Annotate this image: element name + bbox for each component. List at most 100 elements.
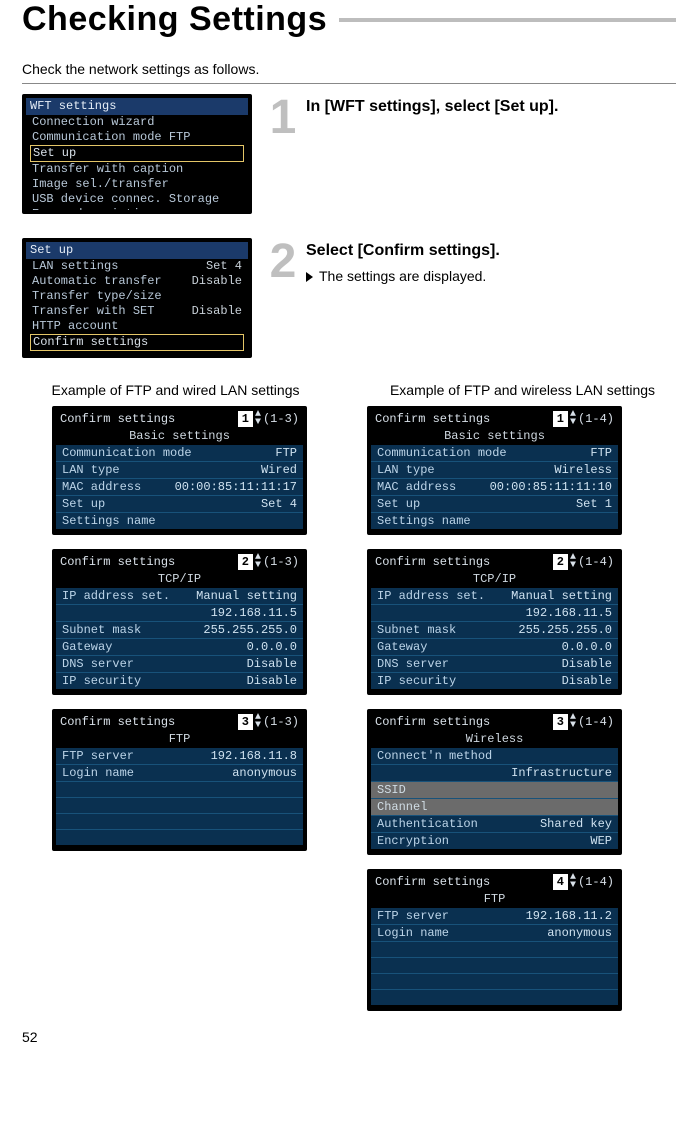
page-indicator: 3▲▼(1-3) [238,714,299,730]
wired-example-title: Example of FTP and wired LAN settings [22,382,329,398]
screen-title: Confirm settings [375,411,490,427]
wired-column: Confirm settings1▲▼(1-3)Basic settingsCo… [52,406,307,1011]
menu-item: Automatic transferDisable [26,274,248,289]
settings-row: LAN typeWireless [371,461,618,478]
settings-row: Settings name [56,512,303,529]
screen-header: Set up [26,242,248,259]
updown-icon: ▲▼ [255,714,261,730]
settings-row-empty [56,781,303,797]
settings-row: SSID [371,781,618,798]
page-indicator: 4▲▼(1-4) [553,874,614,890]
settings-row: AuthenticationShared key [371,815,618,832]
updown-icon: ▲▼ [570,554,576,570]
screen-topbar: Confirm settings 3▲▼(1-4) [371,713,618,731]
settings-row-empty [56,829,303,845]
screen-title: Confirm settings [375,874,490,890]
updown-icon: ▲▼ [570,411,576,427]
step2-number: 2 [268,238,298,286]
screen-topbar: Confirm settings 3▲▼(1-3) [56,713,303,731]
settings-row: Subnet mask255.255.255.0 [56,621,303,638]
menu-item: Set up [30,145,244,162]
updown-icon: ▲▼ [255,411,261,427]
menu-item: Confirm settings [30,334,244,351]
settings-row: Connect'n method [371,748,618,764]
settings-row: DNS serverDisable [56,655,303,672]
page-number: 52 [22,1029,676,1045]
settings-row-empty [371,989,618,1005]
menu-item: Transfer with caption [26,162,248,177]
updown-icon: ▲▼ [255,554,261,570]
settings-row: Set upSet 4 [56,495,303,512]
screen-subtitle: FTP [371,891,618,908]
step-1: WFT settingsConnection wizardCommunicati… [22,94,676,214]
page-title: Checking Settings [22,0,327,39]
intro-divider [22,83,676,84]
settings-row-empty [56,813,303,829]
settings-row: EncryptionWEP [371,832,618,849]
screen-subtitle: FTP [56,731,303,748]
settings-row: MAC address00:00:85:11:11:17 [56,478,303,495]
menu-item: Image sel./transfer [26,177,248,192]
settings-row: DNS serverDisable [371,655,618,672]
intro-text: Check the network settings as follows. [22,61,676,77]
settings-row: Channel [371,798,618,815]
settings-row-empty [371,941,618,957]
screen-title: Confirm settings [375,714,490,730]
settings-row-empty [56,797,303,813]
settings-row: FTP server192.168.11.8 [56,748,303,764]
confirm-settings-screen: Confirm settings2▲▼(1-4)TCP/IPIP address… [367,549,622,695]
settings-row: Subnet mask255.255.255.0 [371,621,618,638]
step1-number: 1 [268,94,298,142]
settings-row: IP address set.Manual setting [371,588,618,604]
settings-row: Gateway0.0.0.0 [56,638,303,655]
triangle-icon [306,272,313,282]
menu-item: Connection wizard [26,115,248,130]
wireless-example-title: Example of FTP and wireless LAN settings [369,382,676,398]
step2-screenshot: Set upLAN settingsSet 4Automatic transfe… [22,238,252,358]
wireless-column: Confirm settings1▲▼(1-4)Basic settingsCo… [367,406,622,1011]
settings-row: Login nameanonymous [371,924,618,941]
title-rule [339,18,676,22]
menu-item: Transfer type/size [26,289,248,304]
step1-screenshot: WFT settingsConnection wizardCommunicati… [22,94,252,214]
screen-subtitle: Wireless [371,731,618,748]
settings-row: Gateway0.0.0.0 [371,638,618,655]
menu-item: USB device connec. Storage [26,192,248,207]
settings-row: IP securityDisable [371,672,618,689]
settings-row: LAN typeWired [56,461,303,478]
updown-icon: ▲▼ [570,714,576,730]
page-indicator: 3▲▼(1-4) [553,714,614,730]
screen-subtitle: TCP/IP [56,571,303,588]
screen-title: Confirm settings [60,554,175,570]
screen-title: Confirm settings [60,714,175,730]
confirm-settings-screen: Confirm settings 1▲▼(1-4)Basic settingsCo… [367,406,622,535]
screen-subtitle: Basic settings [56,428,303,445]
screen-title: Confirm settings [375,554,490,570]
screen-subtitle: Basic settings [371,428,618,445]
settings-row: _Infrastructure [371,764,618,781]
updown-icon: ▲▼ [570,874,576,890]
settings-row: FTP server192.168.11.2 [371,908,618,924]
settings-row: _192.168.11.5 [371,604,618,621]
screen-topbar: Confirm settings 2▲▼(1-4) [371,553,618,571]
settings-row-empty [371,957,618,973]
menu-item: Transfer with SETDisable [26,304,248,319]
settings-row: Login nameanonymous [56,764,303,781]
screen-topbar: Confirm settings 4▲▼(1-4) [371,873,618,891]
screen-topbar: Confirm settings 1▲▼(1-4) [371,410,618,428]
settings-row: IP securityDisable [56,672,303,689]
confirm-settings-screen: Confirm settings1▲▼(1-3)Basic settingsCo… [52,406,307,535]
menu-item: HTTP account [26,319,248,334]
page-indicator: 1▲▼(1-4) [553,411,614,427]
settings-row-empty [371,973,618,989]
settings-row: Communication modeFTP [56,445,303,461]
page-indicator: 2▲▼(1-4) [553,554,614,570]
settings-row: _192.168.11.5 [56,604,303,621]
confirm-settings-screen: Confirm settings 3▲▼(1-3)FTPFTP server192… [52,709,307,851]
confirm-settings-screen: Confirm settings 3▲▼(1-4)WirelessConnect'… [367,709,622,855]
step2-note: The settings are displayed. [306,268,676,284]
step-2: Set upLAN settingsSet 4Automatic transfe… [22,238,676,358]
screen-topbar: Confirm settings1▲▼(1-3) [56,410,303,428]
settings-row: Settings name [371,512,618,529]
step1-heading: In [WFT settings], select [Set up]. [306,98,676,116]
